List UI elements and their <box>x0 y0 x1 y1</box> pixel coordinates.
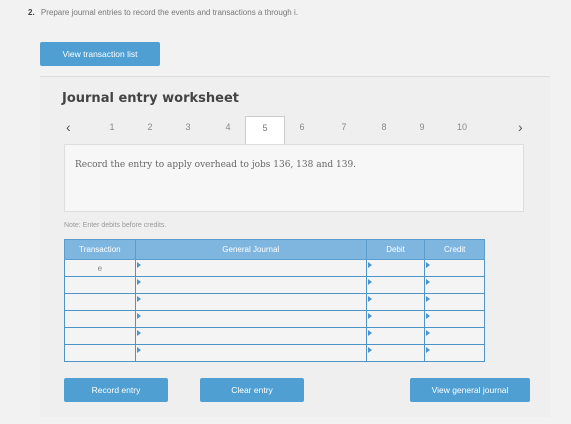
header-general-journal: General Journal <box>134 239 367 260</box>
table-row <box>64 327 485 345</box>
question-prompt: 2. Prepare journal entries to record the… <box>28 8 298 17</box>
debit-input[interactable] <box>365 259 426 277</box>
tab-5[interactable]: 5 <box>245 116 285 145</box>
debit-input[interactable] <box>365 276 426 294</box>
clear-entry-button[interactable]: Clear entry <box>200 378 304 402</box>
tab-10[interactable]: 10 <box>450 116 474 144</box>
tab-3[interactable]: 3 <box>176 116 200 144</box>
transaction-cell: e <box>64 259 136 277</box>
account-input[interactable] <box>134 259 367 277</box>
transaction-cell <box>64 310 136 328</box>
table-row <box>64 293 485 311</box>
worksheet-title: Journal entry worksheet <box>62 91 239 106</box>
debit-input[interactable] <box>365 344 426 362</box>
account-input[interactable] <box>134 344 367 362</box>
header-debit: Debit <box>365 239 426 260</box>
header-transaction: Transaction <box>64 239 136 260</box>
credit-input[interactable] <box>424 293 485 311</box>
question-text: Prepare journal entries to record the ev… <box>40 8 298 17</box>
account-input[interactable] <box>134 276 367 294</box>
journal-table: Transaction General Journal Debit Credit… <box>64 239 485 362</box>
account-input[interactable] <box>134 293 367 311</box>
instruction-box: Record the entry to apply overhead to jo… <box>64 144 524 212</box>
transaction-cell <box>64 293 136 311</box>
account-input[interactable] <box>134 327 367 345</box>
tab-1[interactable]: 1 <box>100 116 124 144</box>
record-entry-button[interactable]: Record entry <box>64 378 168 402</box>
instruction-text: Record the entry to apply overhead to jo… <box>75 160 357 170</box>
debit-credit-note: Note: Enter debits before credits. <box>64 222 167 229</box>
worksheet-tabs: ‹ 1 2 3 4 5 6 7 8 9 10 › <box>60 116 540 145</box>
next-arrow-icon[interactable]: › <box>518 116 523 138</box>
tab-7[interactable]: 7 <box>332 116 356 144</box>
account-input[interactable] <box>134 310 367 328</box>
table-row <box>64 310 485 328</box>
table-row: e <box>64 259 485 277</box>
header-credit: Credit <box>424 239 485 260</box>
credit-input[interactable] <box>424 310 485 328</box>
credit-input[interactable] <box>424 259 485 277</box>
transaction-cell <box>64 276 136 294</box>
debit-input[interactable] <box>365 310 426 328</box>
tab-9[interactable]: 9 <box>410 116 434 144</box>
table-row <box>64 344 485 362</box>
view-general-journal-button[interactable]: View general journal <box>410 378 530 402</box>
tab-4[interactable]: 4 <box>216 116 240 144</box>
transaction-cell <box>64 327 136 345</box>
debit-input[interactable] <box>365 327 426 345</box>
credit-input[interactable] <box>424 327 485 345</box>
credit-input[interactable] <box>424 344 485 362</box>
tab-8[interactable]: 8 <box>372 116 396 144</box>
credit-input[interactable] <box>424 276 485 294</box>
tab-2[interactable]: 2 <box>138 116 162 144</box>
tab-6[interactable]: 6 <box>290 116 314 144</box>
question-number: 2. <box>28 8 35 17</box>
debit-input[interactable] <box>365 293 426 311</box>
table-row <box>64 276 485 294</box>
prev-arrow-icon[interactable]: ‹ <box>66 116 71 138</box>
view-transaction-list-button[interactable]: View transaction list <box>40 42 160 66</box>
transaction-cell <box>64 344 136 362</box>
